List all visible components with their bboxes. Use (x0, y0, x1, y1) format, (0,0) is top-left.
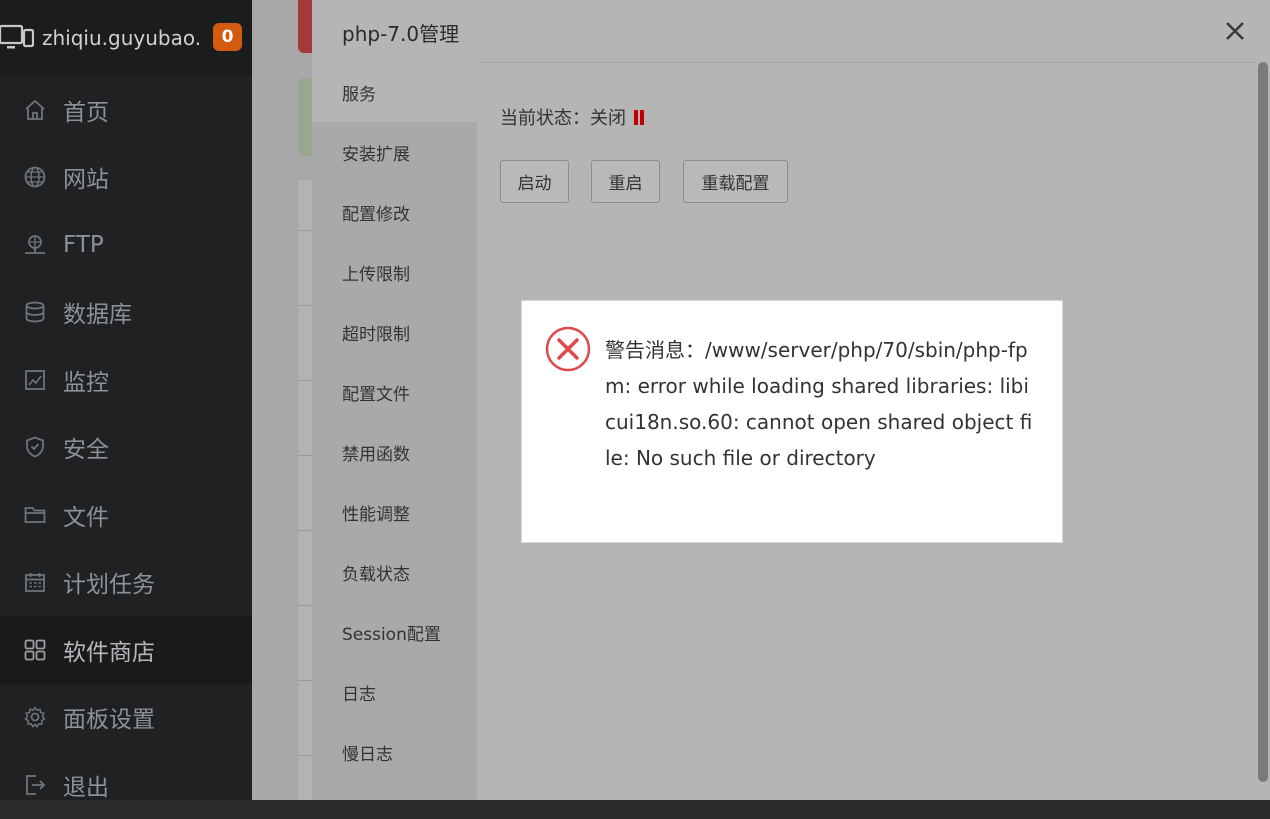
tab-load-status[interactable]: 负载状态 (312, 542, 477, 602)
sidebar-item-ftp[interactable]: FTP (0, 211, 252, 279)
pause-icon (634, 109, 644, 125)
table-row-divider (298, 605, 312, 606)
sidebar-item-cron[interactable]: 计划任务 (0, 549, 252, 617)
tab-disabled-functions[interactable]: 禁用函数 (312, 422, 477, 482)
sidebar-item-database[interactable]: 数据库 (0, 279, 252, 347)
table-row-divider (298, 680, 312, 681)
sidebar-item-label: 网站 (63, 167, 109, 194)
sidebar-item-label: 文件 (63, 504, 109, 531)
tab-install-extensions[interactable]: 安装扩展 (312, 122, 477, 182)
tab-log[interactable]: 日志 (312, 662, 477, 722)
globe-icon (23, 165, 47, 189)
sidebar-item-files[interactable]: 文件 (0, 481, 252, 549)
table-row-divider (298, 755, 312, 756)
sidebar-item-label: 面板设置 (63, 707, 155, 734)
modal-title: php-7.0管理 (342, 22, 460, 46)
table-row-divider (298, 380, 312, 381)
sidebar-item-label: 数据库 (63, 302, 132, 329)
modal-scrollbar[interactable] (1256, 62, 1270, 800)
tab-timeout-limit[interactable]: 超时限制 (312, 302, 477, 362)
tab-session-config[interactable]: Session配置 (312, 602, 477, 662)
sidebar-item-label: FTP (63, 231, 104, 258)
gear-icon (23, 705, 47, 729)
home-icon (23, 98, 47, 122)
sidebar-item-label: 退出 (63, 774, 109, 801)
sidebar-item-security[interactable]: 安全 (0, 414, 252, 482)
sidebar-item-logout[interactable]: 退出 (0, 751, 252, 819)
host-name[interactable]: zhiqiu.guyubao.c (42, 26, 202, 50)
sidebar-item-monitor[interactable]: 监控 (0, 346, 252, 414)
sidebar-item-label: 计划任务 (63, 572, 155, 599)
start-button[interactable]: 启动 (500, 160, 569, 203)
error-icon (544, 325, 592, 373)
modal-tabs: 服务 安装扩展 配置修改 上传限制 超时限制 配置文件 禁用函数 性能调整 负载… (312, 62, 477, 800)
sidebar-item-label: 安全 (63, 437, 109, 464)
table-row-divider (298, 530, 312, 531)
sidebar-menu: 首页 网站 FTP 数据库 监控 安全 文件 计划任务 软件商店 面板设置 退出 (0, 76, 252, 819)
service-status: 当前状态： 关闭 (500, 104, 644, 130)
status-label: 当前状态： (500, 108, 590, 129)
computer-icon (0, 23, 35, 53)
alert-message: 警告消息：/www/server/php/70/sbin/php-fpm: er… (605, 338, 1033, 470)
table-row-divider (298, 230, 312, 231)
sidebar-item-home[interactable]: 首页 (0, 76, 252, 144)
tab-upload-limit[interactable]: 上传限制 (312, 242, 477, 302)
logout-icon (23, 773, 47, 797)
close-icon[interactable] (1222, 18, 1248, 44)
sidebar: zhiqiu.guyubao.c 0 首页 网站 FTP 数据库 监控 安全 文… (0, 0, 252, 801)
sidebar-item-website[interactable]: 网站 (0, 144, 252, 212)
table-row-divider (298, 305, 312, 306)
tab-config-file[interactable]: 配置文件 (312, 362, 477, 422)
table-row-divider (298, 455, 312, 456)
tab-performance[interactable]: 性能调整 (312, 482, 477, 542)
calendar-icon (23, 570, 47, 594)
tab-service[interactable]: 服务 (312, 62, 477, 122)
apps-icon (23, 638, 47, 662)
sidebar-item-label: 监控 (63, 369, 109, 396)
scrollbar-thumb[interactable] (1258, 62, 1268, 782)
database-icon (23, 300, 47, 324)
host-header: zhiqiu.guyubao.c 0 (0, 0, 252, 76)
sidebar-item-software-store[interactable]: 软件商店 (0, 616, 252, 684)
shield-icon (23, 435, 47, 459)
notification-badge[interactable]: 0 (213, 23, 242, 51)
monitor-icon (23, 368, 47, 392)
reload-config-button[interactable]: 重载配置 (683, 160, 788, 203)
modal-header: php-7.0管理 (312, 0, 1270, 63)
restart-button[interactable]: 重启 (591, 160, 660, 203)
sidebar-item-label: 软件商店 (63, 639, 155, 666)
sidebar-item-label: 首页 (63, 99, 109, 126)
table-edge (298, 180, 312, 800)
sidebar-item-settings[interactable]: 面板设置 (0, 684, 252, 752)
tab-config-edit[interactable]: 配置修改 (312, 182, 477, 242)
error-alert: 警告消息：/www/server/php/70/sbin/php-fpm: er… (521, 300, 1063, 543)
ftp-icon (23, 233, 47, 257)
status-value: 关闭 (590, 108, 626, 129)
folder-icon (23, 503, 47, 527)
tab-slow-log[interactable]: 慢日志 (312, 722, 477, 782)
